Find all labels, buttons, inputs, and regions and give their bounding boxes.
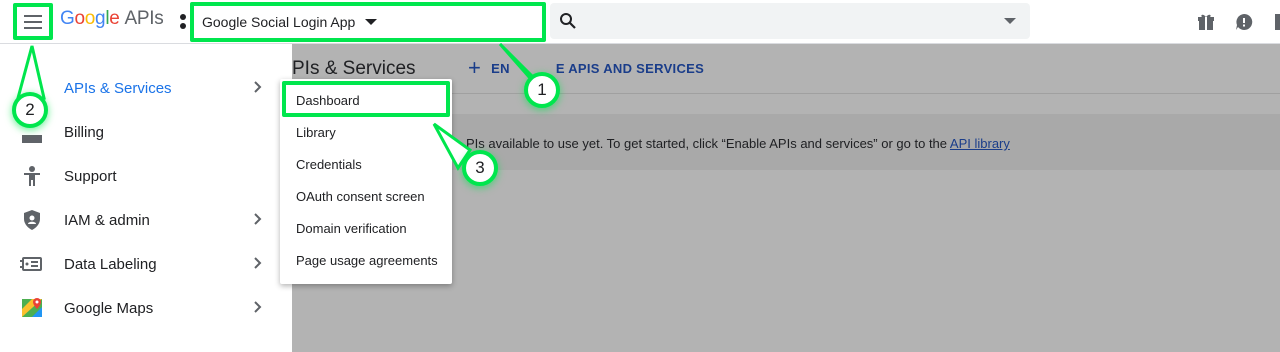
submenu-item-dashboard[interactable]: Dashboard bbox=[296, 93, 360, 108]
gift-icon[interactable] bbox=[1196, 12, 1216, 32]
logo-letter: g bbox=[95, 8, 106, 29]
callout-3-badge: 3 bbox=[462, 150, 498, 186]
logo-letter: o bbox=[74, 8, 85, 29]
chevron-right-icon bbox=[254, 257, 262, 269]
search-dropdown-icon[interactable] bbox=[1004, 18, 1016, 24]
nav-item-iam-admin[interactable]: IAM & admin bbox=[0, 198, 292, 242]
caret-down-icon bbox=[365, 19, 378, 25]
project-selector[interactable]: Google Social Login App bbox=[190, 2, 546, 42]
support-icon bbox=[24, 166, 40, 186]
logo-letter: e bbox=[109, 8, 120, 29]
nav-item-label: Google Maps bbox=[64, 299, 154, 317]
submenu-item-oauth-consent[interactable]: OAuth consent screen bbox=[296, 189, 425, 204]
chevron-right-icon bbox=[254, 81, 262, 93]
project-name: Google Social Login App bbox=[202, 14, 356, 30]
nav-item-label: Data Labeling bbox=[64, 255, 157, 273]
nav-item-google-maps[interactable]: Google Maps bbox=[0, 286, 292, 330]
info-text: PIs available to use yet. To get started… bbox=[466, 136, 1010, 151]
maps-icon bbox=[22, 298, 42, 317]
chevron-right-icon bbox=[254, 213, 262, 225]
notification-icon[interactable] bbox=[1234, 12, 1254, 32]
nav-item-label: IAM & admin bbox=[64, 211, 150, 229]
plus-icon: + bbox=[468, 55, 482, 80]
search-bar[interactable] bbox=[550, 3, 1030, 39]
page-title: PIs & Services bbox=[292, 58, 416, 79]
google-apis-logo[interactable]: Google APIs bbox=[60, 8, 164, 30]
data-labeling-icon bbox=[20, 257, 42, 271]
callout-2-badge: 2 bbox=[12, 92, 48, 128]
callout-1-badge: 1 bbox=[524, 72, 560, 108]
enable-apis-label-end: E APIS AND SERVICES bbox=[555, 60, 705, 76]
submenu-item-domain-verification[interactable]: Domain verification bbox=[296, 221, 407, 236]
nav-item-support[interactable]: Support bbox=[0, 154, 292, 198]
api-library-link[interactable]: API library bbox=[950, 136, 1010, 151]
nav-item-label: Support bbox=[64, 167, 117, 185]
nav-item-label: Billing bbox=[64, 123, 105, 141]
shield-icon bbox=[24, 210, 40, 230]
left-nav: APIs & Services Billing Support IAM & ad… bbox=[0, 44, 292, 352]
menu-button[interactable] bbox=[13, 3, 53, 40]
nav-item-label: APIs & Services bbox=[64, 79, 172, 97]
menu-icon bbox=[24, 14, 42, 29]
submenu-item-credentials[interactable]: Credentials bbox=[296, 157, 362, 172]
enable-apis-label: EN bbox=[491, 60, 510, 76]
logo-apis-text: APIs bbox=[124, 8, 164, 29]
enable-apis-button[interactable]: + EN E APIS AND SERVICES bbox=[468, 55, 705, 80]
apis-services-submenu: Dashboard Library Credentials OAuth cons… bbox=[280, 79, 452, 284]
top-bar: Google APIs Google Social Login App bbox=[0, 0, 1280, 44]
submenu-item-library[interactable]: Library bbox=[296, 125, 336, 140]
logo-letter: o bbox=[84, 8, 96, 29]
project-dots-icon bbox=[180, 14, 186, 29]
more-icon[interactable] bbox=[1272, 12, 1280, 32]
logo-letter: G bbox=[60, 8, 75, 29]
nav-item-data-labeling[interactable]: Data Labeling bbox=[0, 242, 292, 286]
info-message: PIs available to use yet. To get started… bbox=[466, 136, 950, 151]
chevron-right-icon bbox=[254, 301, 262, 313]
search-icon bbox=[560, 13, 576, 29]
submenu-item-page-usage[interactable]: Page usage agreements bbox=[296, 253, 438, 268]
